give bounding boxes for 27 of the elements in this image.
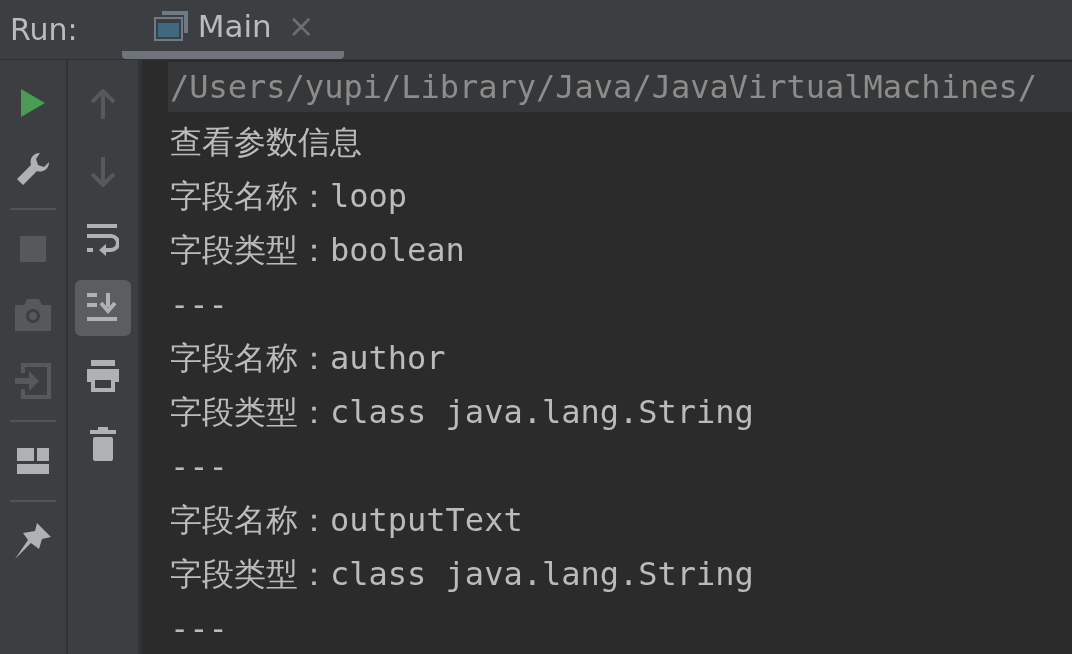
- output-line: ---: [170, 286, 228, 324]
- wrench-icon: [15, 151, 51, 187]
- output-line: ---: [170, 448, 228, 486]
- layout-icon: [17, 448, 49, 474]
- down-arrow-icon: [90, 157, 116, 187]
- output-line: 字段名称：author: [170, 338, 446, 379]
- output-line: ---: [170, 610, 228, 648]
- up-arrow-icon: [90, 89, 116, 119]
- camera-icon: [15, 299, 51, 331]
- output-line: 字段类型：class java.lang.String: [170, 554, 754, 595]
- output-line: 查看参数信息: [170, 122, 362, 163]
- scroll-to-end-button[interactable]: [75, 280, 131, 336]
- pin-icon: [15, 523, 51, 559]
- stop-icon: [20, 236, 46, 262]
- panel-title: Run:: [10, 12, 78, 47]
- command-line-text: /Users/yupi/Library/Java/JavaVirtualMachines/: [170, 68, 1037, 106]
- run-icon: [20, 88, 46, 118]
- output-line: 字段名称：outputText: [170, 500, 523, 541]
- scroll-to-end-icon: [87, 293, 119, 323]
- output-line: 字段名称：loop: [170, 176, 408, 217]
- print-icon: [85, 360, 121, 392]
- soft-wrap-icon: [87, 224, 119, 256]
- output-line: 字段类型：class java.lang.String: [170, 392, 754, 433]
- output-line: 字段类型：boolean: [170, 230, 465, 271]
- window-icon: [153, 10, 188, 41]
- delete-icon: [90, 427, 116, 461]
- exit-icon: [15, 363, 51, 399]
